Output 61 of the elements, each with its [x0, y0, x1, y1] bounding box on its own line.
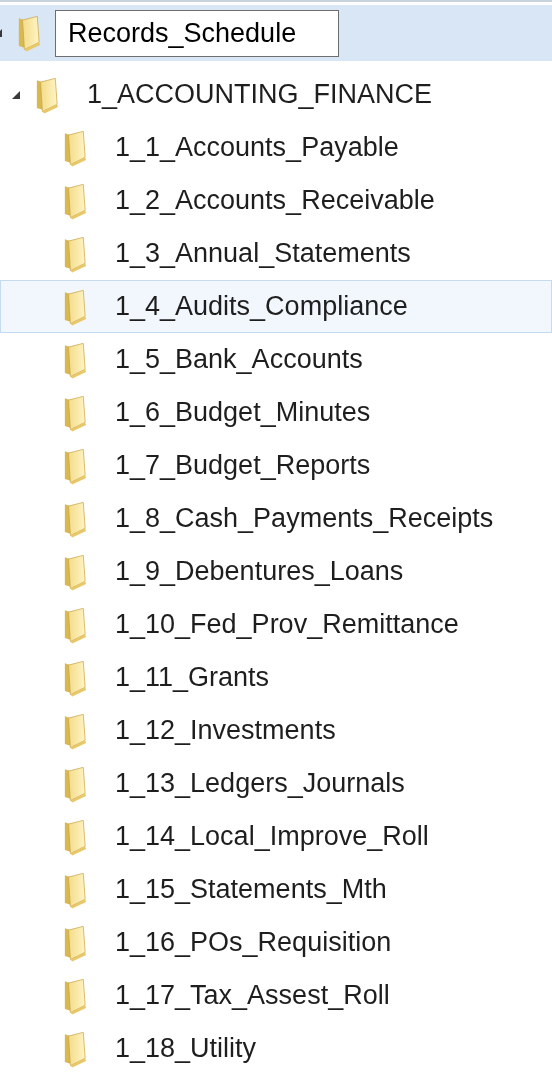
folder-label[interactable]: 1_15_Statements_Mth — [115, 869, 387, 910]
selected-row[interactable]: Records_Schedule — [0, 5, 552, 61]
folder-icon — [63, 234, 87, 273]
tree-row[interactable]: 1_11_Grants — [0, 651, 552, 704]
folder-label[interactable]: 1_ACCOUNTING_FINANCE — [87, 74, 433, 115]
folder-icon — [63, 817, 87, 856]
folder-icon — [63, 976, 87, 1015]
folder-label[interactable]: 1_17_Tax_Assest_Roll — [115, 975, 390, 1016]
folder-label[interactable]: 1_6_Budget_Minutes — [115, 392, 371, 433]
folder-icon — [63, 128, 87, 167]
folder-icon — [17, 14, 41, 52]
tree-row[interactable]: 1_12_Investments — [0, 704, 552, 757]
tree-row[interactable]: 1_8_Cash_Payments_Receipts — [0, 492, 552, 545]
tree-row[interactable]: 1_10_Fed_Prov_Remittance — [0, 598, 552, 651]
tree-row[interactable]: 1_9_Debentures_Loans — [0, 545, 552, 598]
tree-row[interactable]: 1_ACCOUNTING_FINANCE — [0, 68, 552, 121]
folder-icon — [63, 1029, 87, 1068]
tree-row[interactable]: 1_6_Budget_Minutes — [0, 386, 552, 439]
folder-label[interactable]: 1_2_Accounts_Receivable — [115, 180, 435, 221]
folder-icon — [35, 75, 59, 114]
tree-row[interactable]: 1_2_Accounts_Receivable — [0, 174, 552, 227]
folder-icon — [63, 446, 87, 485]
folder-icon — [63, 340, 87, 379]
tree-row[interactable]: 1_18_Utility — [0, 1022, 552, 1075]
tree-row[interactable]: 1_14_Local_Improve_Roll — [0, 810, 552, 863]
rename-field[interactable]: Records_Schedule — [55, 9, 339, 57]
tree-row[interactable]: 1_7_Budget_Reports — [0, 439, 552, 492]
folder-icon — [63, 393, 87, 432]
folder-icon — [63, 499, 87, 538]
folder-label[interactable]: 1_3_Annual_Statements — [115, 233, 411, 274]
tree-row[interactable]: 1_16_POs_Requisition — [0, 916, 552, 969]
tree-row[interactable]: 1_3_Annual_Statements — [0, 227, 552, 280]
folder-icon — [63, 764, 87, 803]
folder-label[interactable]: 1_9_Debentures_Loans — [115, 551, 404, 592]
tree-row[interactable]: 1_5_Bank_Accounts — [0, 333, 552, 386]
folder-icon — [63, 711, 87, 750]
folder-icon — [63, 658, 87, 697]
folder-label[interactable]: 1_1_Accounts_Payable — [115, 127, 399, 168]
expanded-caret-icon[interactable] — [11, 89, 21, 100]
folder-label[interactable]: 1_7_Budget_Reports — [115, 445, 371, 486]
tree-row[interactable]: 1_1_Accounts_Payable — [0, 121, 552, 174]
folder-label[interactable]: 1_12_Investments — [115, 710, 336, 751]
tree-row[interactable]: 1_15_Statements_Mth — [0, 863, 552, 916]
folder-label[interactable]: 1_5_Bank_Accounts — [115, 339, 363, 380]
folder-icon — [63, 870, 87, 909]
folder-label[interactable]: 1_16_POs_Requisition — [115, 922, 392, 963]
folder-label[interactable]: 1_4_Audits_Compliance — [115, 286, 408, 327]
folder-label[interactable]: 1_14_Local_Improve_Roll — [115, 816, 429, 857]
tree-row[interactable]: 1_17_Tax_Assest_Roll — [0, 969, 552, 1022]
folder-label[interactable]: 1_18_Utility — [115, 1028, 257, 1069]
selected-row[interactable]: 1_4_Audits_Compliance — [0, 280, 552, 333]
folder-label[interactable]: 1_11_Grants — [115, 657, 270, 698]
folder-icon — [63, 605, 87, 644]
folder-icon — [63, 552, 87, 591]
folder-label[interactable]: 1_13_Ledgers_Journals — [115, 763, 405, 804]
folder-icon — [63, 181, 87, 220]
folder-icon — [63, 287, 87, 326]
tree-row[interactable]: 1_13_Ledgers_Journals — [0, 757, 552, 810]
folder-label[interactable]: 1_8_Cash_Payments_Receipts — [115, 498, 494, 539]
folder-label[interactable]: 1_10_Fed_Prov_Remittance — [115, 604, 459, 645]
folder-icon — [63, 923, 87, 962]
